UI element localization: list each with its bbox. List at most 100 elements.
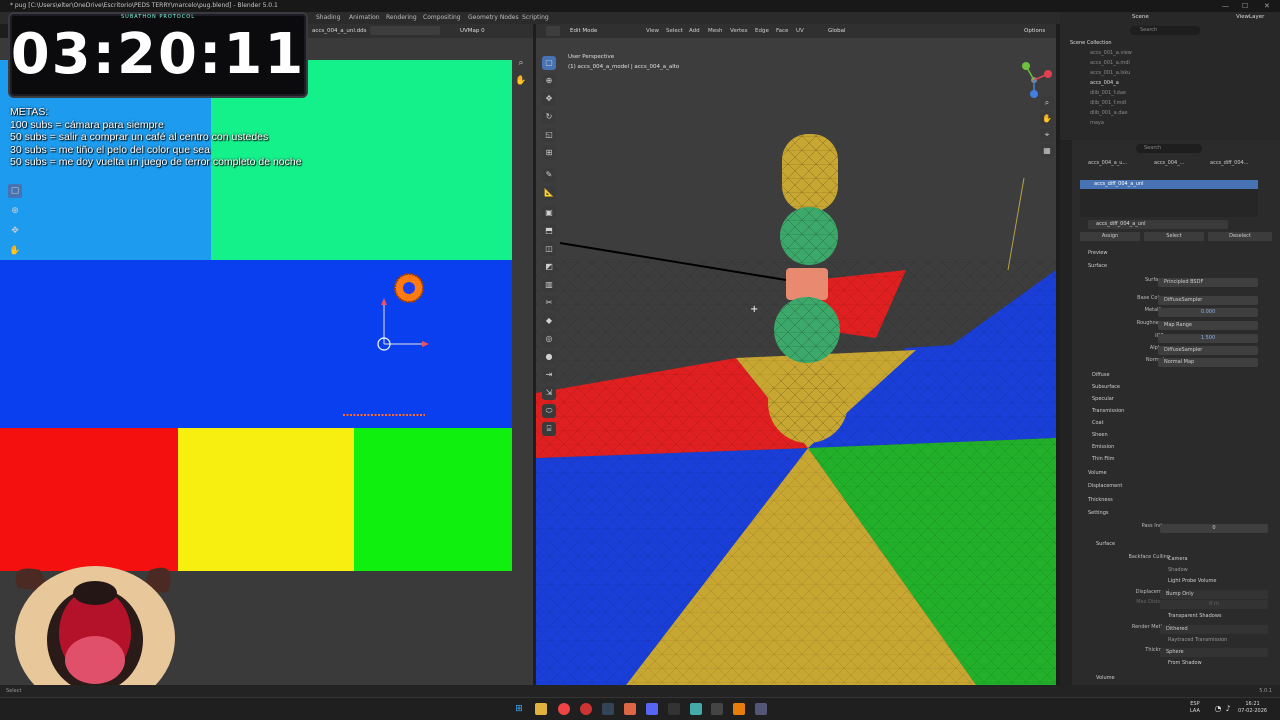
subsection-emission[interactable]: Emission [1092, 442, 1280, 453]
image-name-field[interactable]: accs_004_a_unl.dds [312, 24, 367, 38]
select-box-tool[interactable]: ▢ [8, 184, 22, 198]
uv-pan-icon[interactable]: ✋ [514, 74, 528, 88]
options-dropdown[interactable]: Options [1024, 24, 1045, 38]
maximize-button[interactable]: ☐ [1242, 0, 1248, 12]
menu-edge[interactable]: Edge [755, 24, 769, 38]
backface-shadow-checkbox[interactable]: Shadow [1168, 565, 1258, 576]
measure-tool[interactable]: 📐 [542, 186, 556, 200]
cursor-tool-icon[interactable]: ⊕ [8, 204, 22, 218]
roughness-field[interactable]: Map Range [1158, 321, 1258, 330]
knife-tool[interactable]: ✂ [542, 296, 556, 310]
orientation-selector[interactable]: Global [828, 24, 846, 38]
inset-tool[interactable]: ◫ [542, 242, 556, 256]
light-probe-volume-checkbox[interactable]: Light Probe Volume [1168, 576, 1258, 587]
properties-tab-column[interactable] [1060, 140, 1072, 685]
material-name-field[interactable]: accs_diff_004_a_unl [1088, 220, 1228, 229]
subsection-diffuse[interactable]: Diffuse [1092, 370, 1280, 381]
uvmap-field[interactable]: UVMap 0 [460, 24, 485, 38]
bevel-tool[interactable]: ◩ [542, 260, 556, 274]
outliner-search[interactable]: Search [1130, 26, 1200, 35]
tab-compositing[interactable]: Compositing [423, 12, 461, 24]
deselect-button[interactable]: Deselect [1208, 232, 1272, 241]
select-tool[interactable]: ▢ [542, 56, 556, 70]
language-indicator[interactable]: ESP LAA [1190, 701, 1200, 715]
extrude-tool[interactable]: ⬒ [542, 224, 556, 238]
base-color-field[interactable]: DiffuseSampler [1158, 296, 1258, 305]
tab-shading[interactable]: Shading [316, 12, 340, 24]
menu-mesh[interactable]: Mesh [708, 24, 722, 38]
transform-tool[interactable]: ⊞ [542, 146, 556, 160]
volume-icon[interactable]: ♪ [1222, 703, 1234, 715]
rotate-tool[interactable]: ↻ [542, 110, 556, 124]
section-displacement[interactable]: Displacement [1088, 481, 1280, 492]
vlc-icon[interactable] [624, 703, 636, 715]
camera-icon[interactable]: ⌖ [1040, 128, 1054, 142]
section-preview[interactable]: Preview [1088, 248, 1280, 259]
from-shadow-checkbox[interactable]: From Shadow [1168, 658, 1268, 669]
surface-shader-field[interactable]: Principled BSDF [1158, 278, 1258, 287]
pan-icon[interactable]: ✋ [1040, 112, 1054, 126]
scale-tool[interactable]: ◱ [542, 128, 556, 142]
menu-add[interactable]: Add [689, 24, 700, 38]
blender-icon[interactable] [733, 703, 745, 715]
move-tool[interactable]: ✥ [542, 92, 556, 106]
menu-view[interactable]: View [646, 24, 659, 38]
scene-selector[interactable]: Scene [1132, 14, 1149, 20]
steam-icon[interactable] [602, 703, 614, 715]
scene-collection[interactable]: Scene Collection [1070, 40, 1112, 46]
edge-slide-tool[interactable]: ⇥ [542, 368, 556, 382]
move-tool-icon[interactable]: ✥ [8, 224, 22, 238]
discord-icon[interactable] [646, 703, 658, 715]
metallic-field[interactable]: 0.000 [1158, 308, 1258, 317]
settings-icon[interactable] [690, 703, 702, 715]
outliner-item[interactable]: maya [1090, 118, 1280, 129]
backface-camera-checkbox[interactable]: Camera [1168, 554, 1258, 565]
transparent-shadows-checkbox[interactable]: Transparent Shadows [1168, 611, 1268, 622]
3d-viewport[interactable]: + User Perspective (1) accs_004_a_model … [536, 38, 1056, 685]
properties-search[interactable]: Search [1136, 144, 1202, 153]
add-cube-tool[interactable]: ▣ [542, 206, 556, 220]
file-explorer-icon[interactable] [535, 703, 547, 715]
loop-cut-tool[interactable]: ▥ [542, 278, 556, 292]
uv-gizmo[interactable] [330, 268, 450, 428]
thickness-dropdown[interactable]: Sphere [1160, 648, 1268, 657]
section-surface[interactable]: Surface [1088, 261, 1280, 272]
normal-field[interactable]: Normal Map [1158, 358, 1258, 367]
annotate-tool[interactable]: ✎ [542, 168, 556, 182]
view-layer-selector[interactable]: ViewLayer [1236, 14, 1264, 20]
tab-scripting[interactable]: Scripting [522, 12, 549, 24]
section-volume[interactable]: Volume [1088, 468, 1280, 479]
tab-geometry-nodes[interactable]: Geometry Nodes [468, 12, 519, 24]
raytraced-transmission-checkbox[interactable]: Raytraced Transmission [1168, 635, 1268, 646]
smooth-tool[interactable]: ● [542, 350, 556, 364]
subsection-subsurface[interactable]: Subsurface [1092, 382, 1280, 393]
section-thickness[interactable]: Thickness [1088, 495, 1280, 506]
material-slot-list[interactable] [1080, 189, 1258, 217]
shrink-tool[interactable]: ⇲ [542, 386, 556, 400]
browser-icon[interactable] [580, 703, 592, 715]
terminal-icon[interactable] [711, 703, 723, 715]
editor-type-icon[interactable] [546, 26, 560, 36]
section-settings[interactable]: Settings [1088, 508, 1280, 519]
close-button[interactable]: ✕ [1264, 0, 1270, 12]
select-button[interactable]: Select [1144, 232, 1204, 241]
subsection-coat[interactable]: Coat [1092, 418, 1280, 429]
chrome-icon[interactable] [558, 703, 570, 715]
alpha-field[interactable]: DiffuseSampler [1158, 346, 1258, 355]
mode-selector[interactable]: Edit Mode [570, 24, 597, 38]
clock[interactable]: 16:21 07-02-2026 [1238, 701, 1267, 715]
minimize-button[interactable]: — [1222, 0, 1229, 12]
material-slot[interactable]: accs_diff_004_a_unl [1080, 180, 1258, 189]
pass-index-field[interactable]: 0 [1160, 524, 1268, 533]
grab-tool-icon[interactable]: ✋ [8, 244, 22, 258]
settings-surface[interactable]: Surface [1096, 539, 1280, 550]
zoom-icon[interactable]: ⌕ [1040, 96, 1054, 110]
poly-build-tool[interactable]: ◆ [542, 314, 556, 328]
subsection-sheen[interactable]: Sheen [1092, 430, 1280, 441]
tab-animation[interactable]: Animation [349, 12, 380, 24]
displacement-dropdown[interactable]: Bump Only [1160, 590, 1268, 599]
grid-icon[interactable]: ▦ [1040, 144, 1054, 158]
windows-start-icon[interactable]: ⊞ [513, 703, 525, 715]
assign-button[interactable]: Assign [1080, 232, 1140, 241]
menu-face[interactable]: Face [776, 24, 788, 38]
